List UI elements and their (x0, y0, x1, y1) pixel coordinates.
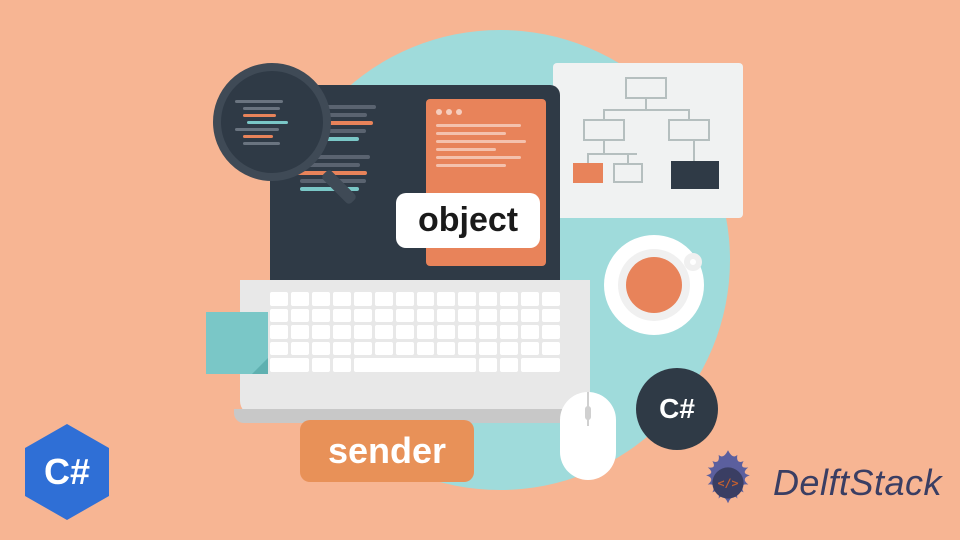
magnifier-icon (213, 63, 335, 185)
flowchart-box (613, 163, 643, 183)
flowchart-box (625, 77, 667, 99)
flowchart-connector (603, 109, 605, 119)
flowchart-box (671, 161, 719, 189)
flowchart-connector (587, 153, 637, 155)
csharp-hex-text: C# (25, 424, 109, 520)
csharp-hex-logo: C# (25, 424, 109, 520)
keyboard (270, 292, 560, 372)
brand-logo: </> DelftStack (689, 444, 942, 522)
csharp-badge-circle: C# (636, 368, 718, 450)
flowchart-connector (627, 153, 629, 163)
label-object: object (396, 193, 540, 248)
sticky-note-icon (206, 312, 268, 374)
flowchart-connector (603, 109, 689, 111)
svg-text:</>: </> (717, 476, 738, 490)
brand-emblem-icon: </> (689, 444, 767, 522)
flowchart-box (668, 119, 710, 141)
label-sender: sender (300, 420, 474, 482)
flowchart-connector (693, 141, 695, 161)
flowchart-connector (688, 109, 690, 119)
brand-name: DelftStack (773, 462, 942, 504)
laptop-base (240, 280, 590, 415)
mouse-icon (560, 392, 616, 480)
coffee-cup-icon (604, 235, 704, 335)
flowchart-connector (645, 99, 647, 109)
